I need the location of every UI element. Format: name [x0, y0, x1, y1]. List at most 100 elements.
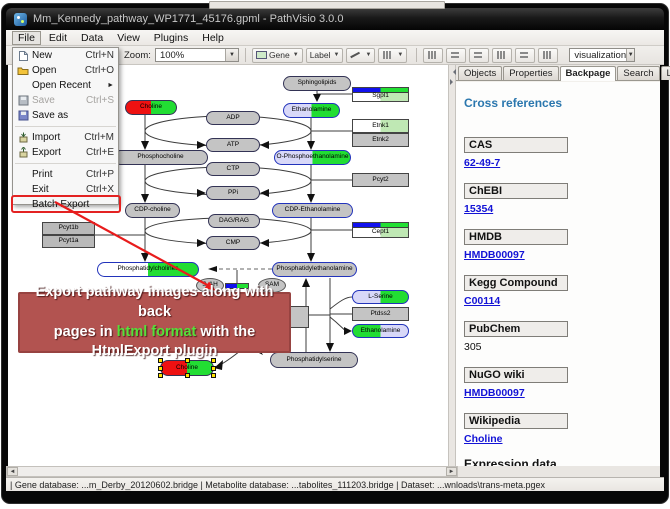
- node-pcyt1b[interactable]: Pcyt1b: [42, 222, 95, 235]
- menu-view[interactable]: View: [111, 31, 146, 45]
- xref-source-header: Wikipedia: [464, 413, 568, 429]
- common-height-button[interactable]: [492, 48, 512, 63]
- tab-objects[interactable]: Objects: [458, 66, 502, 80]
- chevron-down-icon[interactable]: ▼: [626, 49, 634, 61]
- xref-value: 305: [464, 341, 650, 353]
- node-phosphocholine[interactable]: Phosphocholine: [113, 150, 208, 165]
- node-l-serine[interactable]: L-Serine: [352, 290, 409, 304]
- xref-link[interactable]: 15354: [464, 203, 650, 215]
- align-middle-button[interactable]: [446, 48, 466, 63]
- scroll-left-icon[interactable]: ◄: [7, 467, 18, 476]
- node-phosphatidylcholines[interactable]: Phosphatidylcholines: [97, 262, 199, 277]
- split-pane-divider[interactable]: [448, 65, 456, 466]
- stack-horizontal-icon: [542, 51, 552, 59]
- add-gene-button[interactable]: Gene ▼: [252, 48, 303, 63]
- node-ctp[interactable]: CTP: [206, 162, 260, 176]
- chevron-down-icon: ▼: [365, 52, 371, 58]
- zoom-label: Zoom:: [124, 50, 151, 61]
- xref-link[interactable]: HMDB00097: [464, 249, 650, 261]
- xref-link[interactable]: 62-49-7: [464, 157, 650, 169]
- xref-link[interactable]: Choline: [464, 433, 650, 445]
- node-ethanolamine-top[interactable]: Ethanolamine: [283, 103, 340, 118]
- connector-tool-button[interactable]: ▼: [378, 48, 407, 63]
- datanode-icon: [256, 51, 267, 59]
- align-center-button[interactable]: [423, 48, 443, 63]
- tab-search[interactable]: Search: [617, 66, 659, 80]
- node-pcyt1a[interactable]: Pcyt1a: [42, 235, 95, 248]
- node-etnk1[interactable]: Etnk1: [352, 119, 409, 133]
- xref-link[interactable]: C00114: [464, 295, 650, 307]
- menu-edit[interactable]: Edit: [43, 31, 73, 45]
- node-adp[interactable]: ADP: [206, 111, 260, 125]
- visualization-combobox[interactable]: visualization ▼: [569, 48, 635, 62]
- stack-horizontal-button[interactable]: [538, 48, 558, 63]
- window-title: Mm_Kennedy_pathway_WP1771_45176.gpml - P…: [33, 13, 343, 25]
- node-ppi[interactable]: PPi: [206, 186, 260, 200]
- pathvisio-window: Mm_Kennedy_pathway_WP1771_45176.gpml - P…: [0, 0, 670, 509]
- file-menu-item-import[interactable]: ImportCtrl+M: [13, 130, 118, 145]
- selection-handle[interactable]: [211, 366, 216, 371]
- node-ethanolamine-bottom[interactable]: Ethanolamine: [352, 324, 409, 338]
- file-menu-item-open-recent[interactable]: Open Recent►: [13, 78, 118, 93]
- scroll-right-icon[interactable]: ►: [446, 467, 457, 476]
- xref-section-hmdb: HMDBHMDB00097: [464, 227, 650, 261]
- chevron-down-icon: ▼: [334, 52, 340, 58]
- submenu-arrow-icon: ►: [107, 82, 114, 89]
- title-bar[interactable]: Mm_Kennedy_pathway_WP1771_45176.gpml - P…: [6, 8, 664, 30]
- node-cdp-ethanolamine[interactable]: CDP-Ethanolamine: [272, 203, 353, 218]
- node-phosphatidylethanolamine[interactable]: Phosphatidylethanolamine: [272, 262, 357, 277]
- node-pcyt2[interactable]: Pcyt2: [352, 173, 409, 187]
- node-choline-selected[interactable]: Choline: [160, 360, 214, 376]
- node-atp[interactable]: ATP: [206, 138, 260, 152]
- node-etnk2[interactable]: Etnk2: [352, 133, 409, 147]
- menu-file[interactable]: File: [12, 31, 41, 45]
- file-menu-item-open[interactable]: OpenCtrl+O: [13, 63, 118, 78]
- node-cept1[interactable]: Cept1: [352, 222, 409, 238]
- app-icon: [14, 13, 27, 26]
- annotation-callout: Export pathway images along with back pa…: [18, 292, 291, 353]
- new-icon: [15, 50, 31, 62]
- line-tool-button[interactable]: ▼: [346, 48, 375, 63]
- node-ptdss2[interactable]: Ptdss2: [352, 307, 409, 321]
- node-dag-rag[interactable]: DAG/RAG: [208, 214, 260, 228]
- menu-separator: [15, 160, 116, 164]
- zoom-combobox[interactable]: 100% ▼: [155, 48, 239, 62]
- selection-handle[interactable]: [158, 373, 163, 378]
- file-menu-item-save-as[interactable]: Save as: [13, 108, 118, 123]
- file-menu-item-batch-export[interactable]: Batch Export: [13, 197, 118, 212]
- horizontal-scrollbar[interactable]: ◄ ►: [6, 466, 458, 477]
- chevron-down-icon: ▼: [293, 52, 299, 58]
- node-o-phosphoethanolamine[interactable]: O-Phosphoethanolamine: [274, 150, 351, 165]
- node-cdp-choline[interactable]: CDP-choline: [125, 203, 180, 218]
- tab-legend[interactable]: Legend: [661, 66, 670, 80]
- selection-handle[interactable]: [185, 373, 190, 378]
- scrollbar-thumb[interactable]: [209, 1, 445, 9]
- file-menu-item-save: SaveCtrl+S: [13, 93, 118, 108]
- node-choline-top[interactable]: Choline: [125, 100, 177, 115]
- file-menu-item-exit[interactable]: ExitCtrl+X: [13, 182, 118, 197]
- selection-handle[interactable]: [158, 366, 163, 371]
- xref-source-header: CAS: [464, 137, 568, 153]
- tab-backpage[interactable]: Backpage: [560, 66, 617, 81]
- add-label-button[interactable]: Label ▼: [306, 48, 344, 63]
- tab-properties[interactable]: Properties: [503, 66, 558, 80]
- status-text: | Gene database: ...m_Derby_20120602.bri…: [10, 480, 545, 490]
- node-sgpl1[interactable]: Sgpl1: [352, 87, 409, 102]
- menu-help[interactable]: Help: [196, 31, 230, 45]
- xref-section-chebi: ChEBI15354: [464, 181, 650, 215]
- chevron-down-icon[interactable]: ▼: [225, 49, 238, 61]
- stack-vertical-icon: [519, 51, 529, 59]
- file-menu-item-print[interactable]: PrintCtrl+P: [13, 167, 118, 182]
- annotation-line-1: Export pathway images along with back: [20, 283, 289, 322]
- xref-link[interactable]: HMDB00097: [464, 387, 650, 399]
- file-menu-item-export[interactable]: ExportCtrl+E: [13, 145, 118, 160]
- file-menu-item-new[interactable]: NewCtrl+N: [13, 48, 118, 63]
- node-cmp[interactable]: CMP: [206, 236, 260, 250]
- selection-handle[interactable]: [211, 373, 216, 378]
- line-icon: [350, 51, 360, 59]
- common-width-button[interactable]: [469, 48, 489, 63]
- menu-data[interactable]: Data: [75, 31, 109, 45]
- menu-plugins[interactable]: Plugins: [148, 31, 194, 45]
- node-sphingolipids[interactable]: Sphingolipids: [283, 76, 351, 91]
- stack-vertical-button[interactable]: [515, 48, 535, 63]
